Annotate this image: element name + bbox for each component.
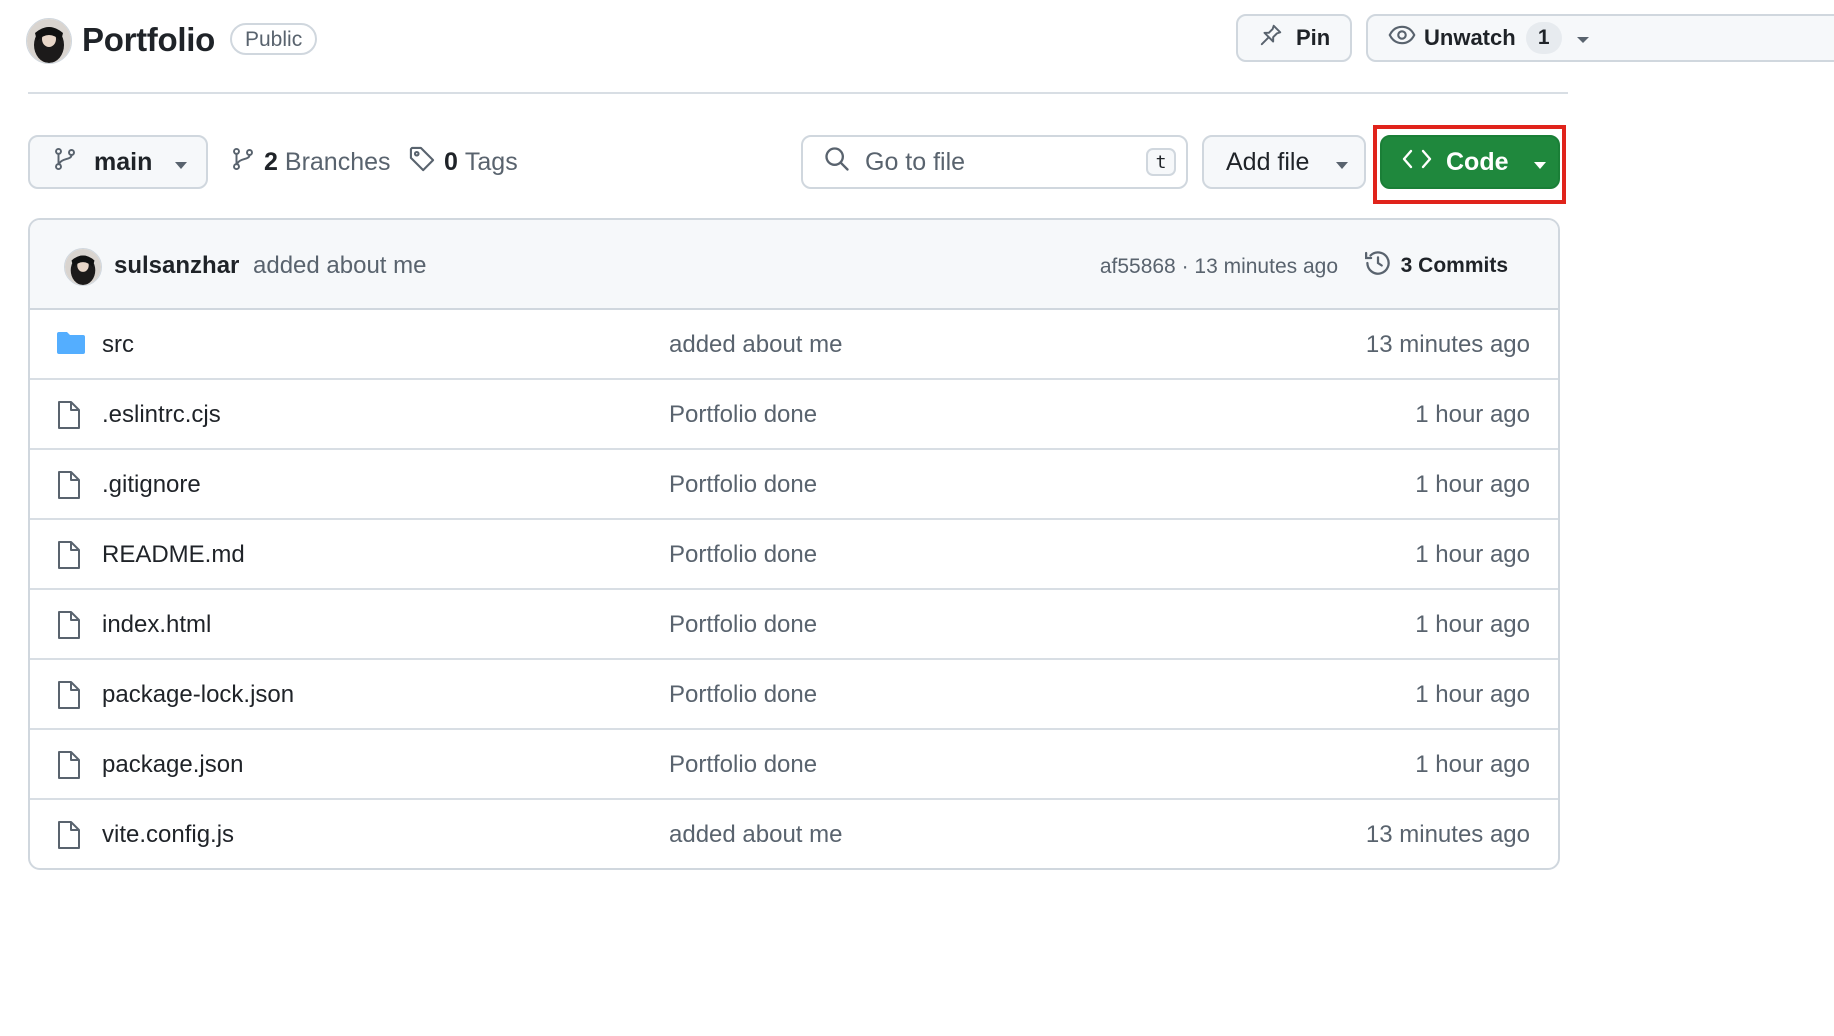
repo-name-link[interactable]: Portfolio — [82, 18, 215, 62]
file-updated-time: 13 minutes ago — [1365, 331, 1530, 358]
file-commit-message-link[interactable]: Portfolio done — [669, 749, 817, 781]
file-row[interactable]: src added about me 13 minutes ago — [30, 310, 1558, 380]
file-icon — [56, 540, 86, 570]
file-row[interactable]: .eslintrc.cjs Portfolio done 1 hour ago — [30, 380, 1558, 450]
tag-icon — [408, 145, 436, 180]
add-file-button[interactable]: Add file — [1202, 135, 1366, 189]
tags-link[interactable]: 0 Tags — [408, 140, 518, 184]
add-file-label: Add file — [1226, 147, 1310, 176]
search-icon — [823, 145, 851, 180]
commits-count-label: 3 Commits — [1400, 254, 1508, 277]
file-updated-time: 1 hour ago — [1415, 751, 1530, 778]
commit-hash-time[interactable]: af55868 · 13 minutes ago — [1100, 251, 1338, 283]
file-name-link[interactable]: .eslintrc.cjs — [102, 399, 221, 431]
file-commit-message-link[interactable]: Portfolio done — [669, 539, 817, 571]
go-to-file-input[interactable]: Go to file t — [801, 135, 1188, 189]
file-row[interactable]: index.html Portfolio done 1 hour ago — [30, 590, 1558, 660]
file-row[interactable]: package.json Portfolio done 1 hour ago — [30, 730, 1558, 800]
git-branch-icon — [230, 146, 256, 179]
branches-count: 2 — [264, 147, 278, 176]
tags-count: 0 — [444, 147, 458, 176]
file-icon — [56, 820, 86, 850]
file-list: sulsanzhar added about me af55868 · 13 m… — [28, 218, 1560, 870]
file-updated-time: 1 hour ago — [1415, 681, 1530, 708]
watch-count-badge: 1 — [1525, 22, 1562, 54]
file-icon — [56, 610, 86, 640]
file-updated-time: 13 minutes ago — [1365, 821, 1530, 848]
file-commit-message-link[interactable]: added about me — [669, 819, 842, 851]
file-name-link[interactable]: vite.config.js — [102, 819, 234, 851]
pin-button[interactable]: Pin — [1236, 14, 1352, 62]
file-commit-message-link[interactable]: Portfolio done — [669, 399, 817, 431]
header-divider — [28, 92, 1568, 94]
commits-link[interactable]: 3 Commits — [1363, 248, 1508, 284]
file-commit-message-link[interactable]: Portfolio done — [669, 679, 817, 711]
file-commit-message-link[interactable]: Portfolio done — [669, 469, 817, 501]
visibility-badge: Public — [230, 23, 318, 55]
commit-author-link[interactable]: sulsanzhar — [114, 250, 239, 282]
file-commit-message-link[interactable]: Portfolio done — [669, 609, 817, 641]
chevron-down-icon — [1576, 25, 1590, 51]
latest-commit-bar: sulsanzhar added about me af55868 · 13 m… — [30, 220, 1558, 310]
pin-icon — [1258, 22, 1284, 54]
repo-owner-avatar[interactable] — [26, 18, 72, 64]
file-icon — [56, 680, 86, 710]
file-name-link[interactable]: package.json — [102, 749, 243, 781]
file-name-link[interactable]: .gitignore — [102, 469, 201, 501]
go-to-file-placeholder: Go to file — [865, 147, 966, 176]
file-name-link[interactable]: index.html — [102, 609, 211, 641]
branches-link[interactable]: 2 Branches — [230, 140, 391, 184]
file-icon — [56, 470, 86, 500]
file-name-link[interactable]: package-lock.json — [102, 679, 294, 711]
avatar[interactable] — [64, 248, 102, 286]
unwatch-button[interactable]: Unwatch 1 — [1366, 14, 1834, 62]
branches-label: Branches — [284, 147, 391, 176]
unwatch-label: Unwatch — [1424, 25, 1516, 50]
code-button-highlight — [1373, 125, 1566, 204]
eye-icon — [1388, 21, 1416, 55]
caret-down-icon — [1335, 148, 1349, 177]
branch-selector[interactable]: main — [28, 135, 208, 189]
file-updated-time: 1 hour ago — [1415, 541, 1530, 568]
git-branch-icon — [52, 146, 78, 179]
tags-label: Tags — [464, 147, 518, 176]
file-row[interactable]: vite.config.js added about me 13 minutes… — [30, 800, 1558, 868]
commit-message-link[interactable]: added about me — [253, 250, 426, 282]
branch-name: main — [94, 147, 153, 176]
shortcut-key: t — [1146, 148, 1176, 176]
file-updated-time: 1 hour ago — [1415, 401, 1530, 428]
file-icon — [56, 750, 86, 780]
file-name-link[interactable]: src — [102, 329, 134, 361]
file-row[interactable]: README.md Portfolio done 1 hour ago — [30, 520, 1558, 590]
folder-icon — [56, 330, 86, 360]
file-updated-time: 1 hour ago — [1415, 611, 1530, 638]
file-commit-message-link[interactable]: added about me — [669, 329, 842, 361]
caret-down-icon — [174, 148, 188, 177]
file-name-link[interactable]: README.md — [102, 539, 245, 571]
file-row[interactable]: package-lock.json Portfolio done 1 hour … — [30, 660, 1558, 730]
history-icon — [1363, 248, 1393, 284]
file-updated-time: 1 hour ago — [1415, 471, 1530, 498]
file-row[interactable]: .gitignore Portfolio done 1 hour ago — [30, 450, 1558, 520]
pin-label: Pin — [1296, 25, 1331, 50]
file-icon — [56, 400, 86, 430]
